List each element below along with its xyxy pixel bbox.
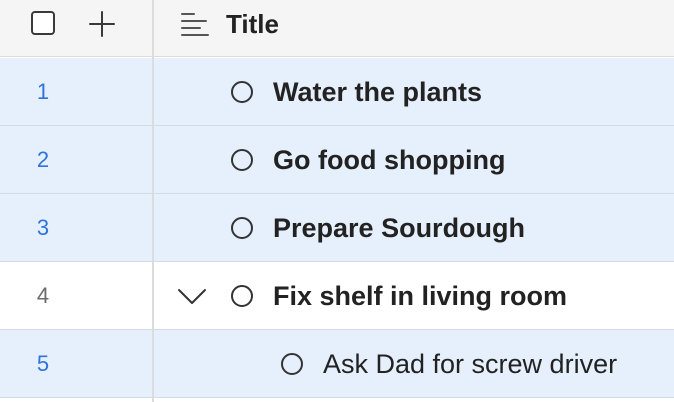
column-divider	[152, 0, 154, 402]
table-row[interactable]: 4 Fix shelf in living room	[0, 262, 674, 330]
subtask-status-circle-icon[interactable]	[281, 353, 303, 375]
text-align-left-icon	[181, 13, 209, 36]
task-status-circle-icon[interactable]	[231, 81, 253, 103]
table-row[interactable]: 1 Water the plants	[0, 58, 674, 126]
task-status-circle-icon[interactable]	[231, 285, 253, 307]
task-status-circle-icon[interactable]	[231, 149, 253, 171]
table-row[interactable]: 3 Prepare Sourdough	[0, 194, 674, 262]
row-number: 5	[36, 351, 50, 376]
row-number: 3	[36, 215, 50, 240]
title-column-header[interactable]: Title	[226, 9, 279, 39]
row-number: 1	[36, 79, 50, 104]
chevron-down-icon[interactable]	[176, 284, 208, 308]
table-row[interactable]: 2 Go food shopping	[0, 126, 674, 194]
add-row-button[interactable]	[88, 10, 116, 38]
task-status-circle-icon[interactable]	[231, 217, 253, 239]
subtask-title[interactable]: Ask Dad for screw driver	[323, 330, 617, 398]
table-header: Title	[0, 0, 674, 57]
select-all-checkbox[interactable]	[31, 11, 55, 35]
table-row[interactable]: 5 Ask Dad for screw driver	[0, 330, 674, 398]
row-number: 4	[36, 283, 50, 308]
task-title[interactable]: Go food shopping	[273, 126, 505, 194]
row-number: 2	[36, 147, 50, 172]
task-title[interactable]: Water the plants	[273, 58, 482, 126]
task-table: Title 1 Water the plants 2 Go food shopp…	[0, 0, 674, 402]
task-title[interactable]: Prepare Sourdough	[273, 194, 525, 262]
task-title[interactable]: Fix shelf in living room	[273, 262, 567, 330]
